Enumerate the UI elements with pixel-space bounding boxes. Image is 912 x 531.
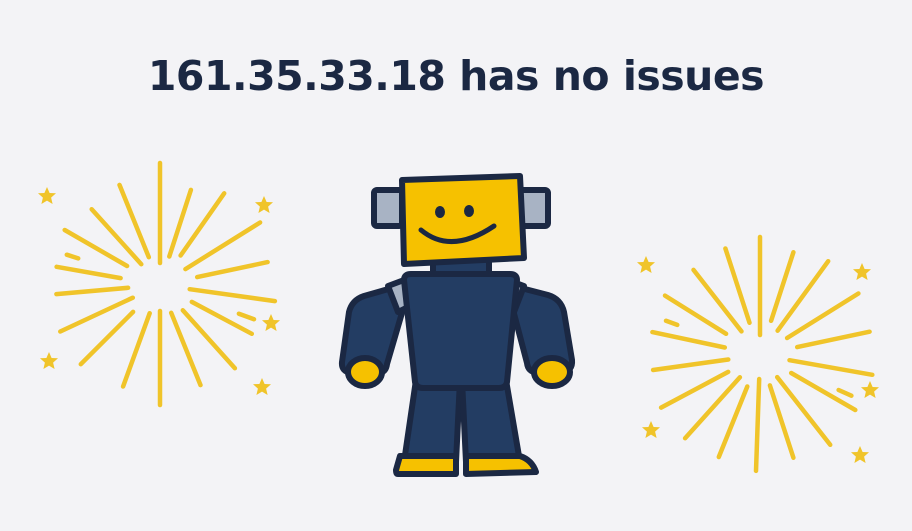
firework-ray xyxy=(64,252,81,261)
firework-ray xyxy=(236,311,257,322)
firework-ray xyxy=(54,264,123,281)
robot-right-leg xyxy=(459,377,523,465)
robot-left-eye xyxy=(435,206,445,218)
robot-right-eye xyxy=(464,205,474,217)
star-icon xyxy=(853,263,871,280)
star-icon xyxy=(253,378,271,395)
firework-ray xyxy=(753,376,762,474)
celebration-illustration xyxy=(38,160,879,477)
firework-ray xyxy=(663,318,680,328)
robot-left-foot xyxy=(393,453,459,477)
firework-ray xyxy=(794,329,872,350)
firework-right-icon xyxy=(650,234,875,474)
star-icon xyxy=(38,187,56,204)
robot-left-hand xyxy=(345,355,385,389)
firework-ray xyxy=(650,357,731,373)
star-icon xyxy=(851,446,869,463)
firework-ray xyxy=(54,285,131,297)
robot-right-hand xyxy=(531,355,573,389)
star-icon xyxy=(40,352,58,369)
firework-ray xyxy=(187,286,278,304)
star-icon xyxy=(637,256,655,273)
firework-ray xyxy=(836,387,854,398)
firework-ray xyxy=(58,295,136,334)
firework-ray xyxy=(194,259,270,280)
robot-head xyxy=(399,173,527,267)
firework-ray xyxy=(787,357,875,378)
robot-mascot-icon xyxy=(338,173,576,477)
star-icon xyxy=(861,381,879,398)
star-icon xyxy=(642,421,660,438)
robot-right-foot xyxy=(463,453,539,477)
star-icon xyxy=(255,196,273,213)
star-icon xyxy=(262,314,280,331)
firework-ray xyxy=(723,246,752,325)
firework-ray xyxy=(120,310,152,389)
firework-ray xyxy=(650,329,728,350)
robot-left-leg xyxy=(401,377,463,465)
firework-left-icon xyxy=(54,160,278,408)
robot-torso xyxy=(401,271,520,391)
robot-left-ear xyxy=(371,187,405,229)
